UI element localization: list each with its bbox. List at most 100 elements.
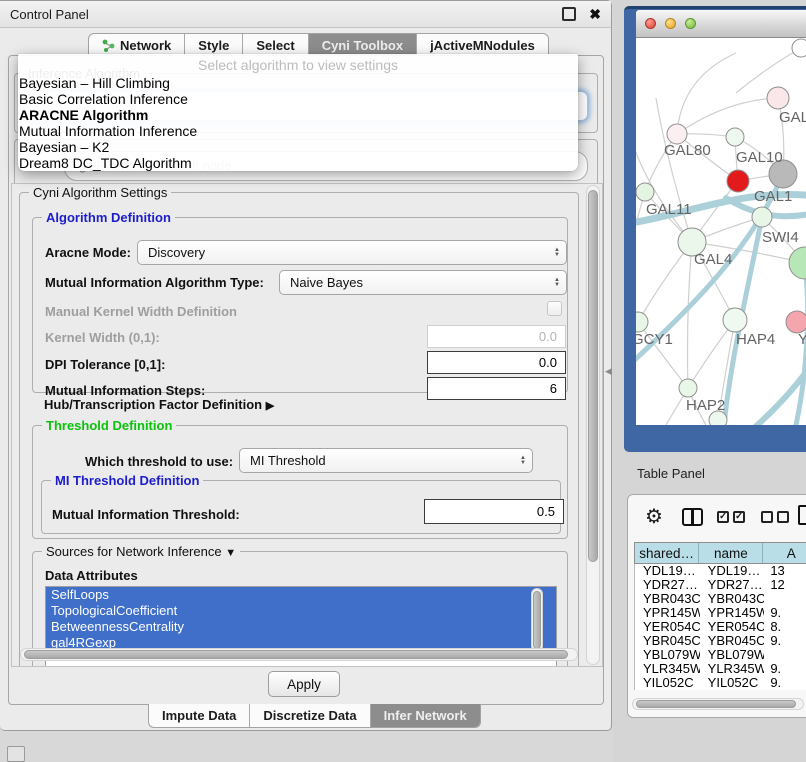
settings-horizontal-scrollbar[interactable] [20,648,578,661]
deselect-all-checkboxes-icon[interactable] [761,511,789,523]
table-cell: YER054C [635,620,700,634]
network-node[interactable] [792,39,806,57]
network-tab-icon [102,39,115,52]
dropdown-item-bayesian-hill-climbing[interactable]: Bayesian – Hill Climbing [18,75,578,91]
network-node-label: GAL4 [694,251,732,268]
network-node[interactable] [789,247,806,279]
table-row[interactable]: YBR043CYBR043C [635,592,806,606]
list-item-betweennesscentrality[interactable]: BetweennessCentrality [46,619,556,635]
split-columns-icon[interactable] [682,508,703,526]
hub-definition-text: Hub/Transcription Factor Definition [44,397,262,412]
zoom-traffic-light[interactable] [685,18,696,29]
column-header-a[interactable]: A [763,543,806,563]
mi-algorithm-type-value: Naive Bayes [290,275,363,290]
apply-button[interactable]: Apply [268,671,340,697]
table-row[interactable]: YIL052CYIL052C9. [635,676,806,690]
document-icon[interactable] [798,505,806,525]
table-cell: YPR145W [635,606,700,620]
table-row[interactable]: YDR27…YDR27…12 [635,578,806,592]
float-window-icon[interactable] [562,7,576,21]
collapse-arrow-icon[interactable]: ▼ [225,547,236,559]
minimize-traffic-light[interactable] [665,18,676,29]
table-row[interactable]: YPR145WYPR145W9. [635,606,806,620]
gear-icon[interactable]: ⚙ [645,505,663,529]
dropdown-item-dream8-dc-tdc-algorithm[interactable]: Dream8 DC_TDC Algorithm [18,155,578,171]
dropdown-item-bayesian-k2[interactable]: Bayesian – K2 [18,139,578,155]
tab-impute-data[interactable]: Impute Data [149,704,249,727]
sources-title[interactable]: Sources for Network Inference ▼ [42,544,240,559]
table-row[interactable]: YER054CYER054C8. [635,620,806,634]
dpi-tolerance-input[interactable]: 0.0 [427,351,566,374]
table-cell [764,648,806,662]
manual-kernel-width-checkbox[interactable] [547,301,562,316]
table-cell: 9. [764,662,806,676]
minimized-panel-icon[interactable] [7,746,25,762]
network-node[interactable] [786,311,806,333]
table-row[interactable]: YBR045CYBR045C9. [635,634,806,648]
network-edge [677,53,736,134]
table-row[interactable]: YDL19…YDL19…13 [635,564,806,578]
table-cell: YDL19… [635,564,700,578]
control-panel-title: Control Panel [10,7,89,22]
settings-vertical-scrollbar[interactable] [586,185,600,665]
network-node[interactable] [723,308,747,332]
control-panel: Control Panel ✖ NetworkStyleSelectCyni T… [0,0,612,731]
tab-discretize-data[interactable]: Discretize Data [249,704,369,727]
network-node[interactable] [767,87,789,109]
column-header-name[interactable]: name [699,543,763,563]
list-item-topologicalcoefficient[interactable]: TopologicalCoefficient [46,603,556,619]
network-node-label: GAL1 [754,188,792,205]
network-node[interactable] [727,170,749,192]
mi-threshold-input[interactable]: 0.5 [424,499,564,524]
mi-threshold-definition-title: MI Threshold Definition [51,473,203,488]
table-horizontal-scrollbar[interactable] [632,698,804,710]
close-icon[interactable]: ✖ [589,7,601,21]
settings-vertical-scrollbar-thumb[interactable] [588,190,598,562]
close-traffic-light[interactable] [645,18,656,29]
table-cell: YIL052C [635,676,700,690]
mi-threshold-label: Mutual Information Threshold: [52,507,240,522]
network-view-canvas[interactable]: GALGAL80GAL10GAL1GAL11SWI4GAL4GCY1HAP4YH… [636,38,806,425]
manual-kernel-width-label: Manual Kernel Width Definition [45,304,237,319]
dropdown-prompt: Select algorithm to view settings [18,54,578,75]
network-node[interactable] [636,183,654,201]
dropdown-item-mutual-information-inference[interactable]: Mutual Information Inference [18,123,578,139]
expand-arrow-icon[interactable]: ▶ [266,400,274,412]
network-node-label: SWI4 [762,229,799,246]
mi-steps-input[interactable]: 6 [427,377,566,400]
network-node[interactable] [667,124,687,144]
list-scrollbar[interactable] [531,588,543,652]
which-threshold-combo[interactable]: MI Threshold ▲▼ [239,448,533,473]
network-graph: GALGAL80GAL10GAL1GAL11SWI4GAL4GCY1HAP4YH… [636,38,806,425]
network-node-label: GAL [779,109,806,126]
table-cell: YDR27… [635,578,700,592]
column-header-shared[interactable]: shared… [635,543,699,563]
list-item-selfloops[interactable]: SelfLoops [46,587,556,603]
table-row[interactable]: YBL079WYBL079W [635,648,806,662]
dropdown-item-aracne-algorithm[interactable]: ARACNE Algorithm [18,107,578,123]
network-node[interactable] [679,379,697,397]
network-node[interactable] [726,128,744,146]
network-edge [677,98,778,134]
table-row[interactable]: YLR345WYLR345W9. [635,662,806,676]
mi-algorithm-type-combo[interactable]: Naive Bayes ▲▼ [279,270,567,295]
splitter-collapse-icon[interactable]: ◀ [605,366,612,377]
aracne-mode-combo[interactable]: Discovery ▲▼ [137,240,567,265]
kernel-width-input[interactable]: 0.0 [427,325,566,348]
tab-infer-network[interactable]: Infer Network [370,704,480,727]
table-cell: YBL079W [635,648,700,662]
table-cell: YBR045C [635,634,700,648]
network-window-titlebar[interactable] [636,10,806,38]
node-table: shared…nameA YDL19…YDL19…13YDR27…YDR27…1… [634,542,806,690]
network-node[interactable] [636,312,648,332]
network-node[interactable] [752,207,772,227]
select-all-checkboxes-icon[interactable]: ✓✓ [717,511,745,523]
table-horizontal-scrollbar-thumb[interactable] [636,700,796,708]
hub-definition-label[interactable]: Hub/Transcription Factor Definition ▶ [44,397,274,412]
list-scrollbar-thumb[interactable] [533,591,541,649]
combo-stepper-icon: ▲▼ [554,278,560,288]
dropdown-item-basic-correlation-inference[interactable]: Basic Correlation Inference [18,91,578,107]
table-cell: 12 [764,578,806,592]
settings-horizontal-scrollbar-thumb[interactable] [24,650,568,659]
settings-scroll-area: Cyni Algorithm Settings Algorithm Defini… [11,183,603,667]
